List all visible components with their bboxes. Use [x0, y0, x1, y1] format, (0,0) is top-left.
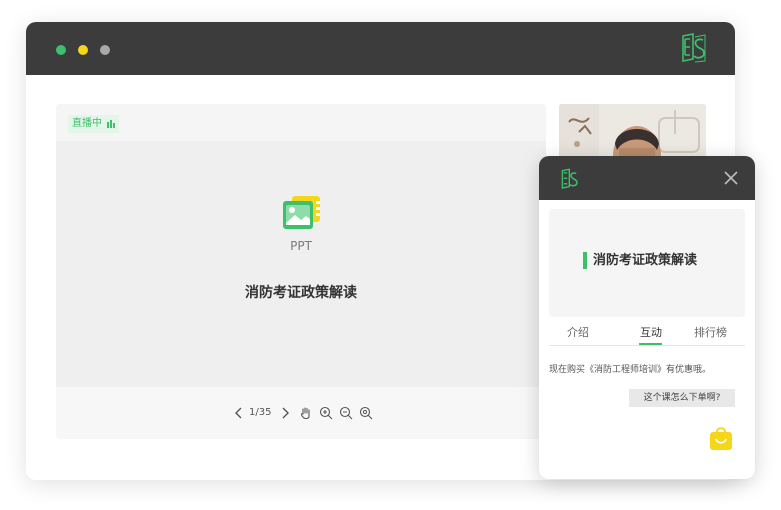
es-logo-icon — [682, 33, 706, 63]
chat-reply: 这个课怎么下单啊? — [629, 389, 735, 407]
stage-header: 直播中 — [56, 104, 546, 141]
chevron-left-icon[interactable] — [232, 406, 246, 420]
live-status-label: 直播中 — [72, 118, 102, 129]
course-title: 消防考证政策解读 — [593, 253, 698, 268]
presenter-video[interactable] — [559, 104, 706, 164]
presenter-image — [559, 104, 706, 164]
presentation-stage: 直播中 PPT 消防考证政策解读 1/35 — [56, 104, 546, 439]
tab-intro[interactable]: 介绍 — [567, 324, 589, 340]
window-dot-gray[interactable] — [100, 45, 110, 55]
live-status-badge: 直播中 — [68, 115, 119, 133]
tab-ranking[interactable]: 排行榜 — [694, 324, 727, 340]
es-logo-icon — [561, 168, 578, 189]
title-bar — [26, 22, 735, 75]
course-accent-bar — [583, 252, 587, 269]
course-card: 消防考证政策解读 — [549, 209, 745, 317]
page-indicator: 1/35 — [249, 407, 272, 418]
chat-message: 现在购买《消防工程师培训》有优惠哦。 — [549, 365, 712, 375]
panel-header — [539, 156, 755, 200]
hand-icon[interactable] — [299, 406, 313, 420]
interaction-panel: 消防考证政策解读 介绍 互动 排行榜 现在购买《消防工程师培训》有优惠哦。 这个… — [539, 156, 755, 479]
zoom-out-icon[interactable] — [339, 406, 353, 420]
image-file-icon — [283, 196, 320, 229]
slide-type-label: PPT — [290, 239, 312, 253]
chevron-right-icon[interactable] — [278, 406, 292, 420]
signal-bars-icon — [107, 120, 115, 128]
slide-controls: 1/35 — [56, 387, 546, 439]
shopping-bag-icon[interactable] — [709, 425, 733, 451]
active-tab-indicator — [639, 343, 662, 345]
window-dot-yellow[interactable] — [78, 45, 88, 55]
tab-interaction[interactable]: 互动 — [640, 324, 662, 340]
window-dot-green[interactable] — [56, 45, 66, 55]
panel-tabs: 介绍 互动 排行榜 — [549, 324, 745, 346]
zoom-reset-icon[interactable] — [359, 406, 373, 420]
slide-area: PPT 消防考证政策解读 — [56, 141, 546, 387]
close-icon[interactable] — [723, 170, 739, 186]
slide-title: 消防考证政策解读 — [245, 285, 357, 301]
zoom-in-icon[interactable] — [319, 406, 333, 420]
